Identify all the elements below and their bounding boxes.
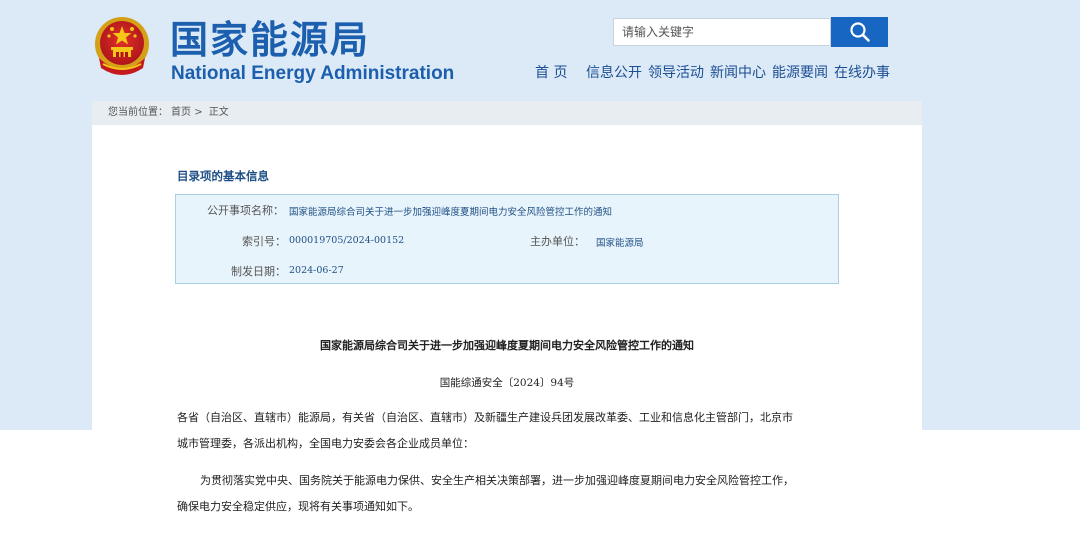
breadcrumb: 您当前位置： 首页 > 正文 xyxy=(92,101,922,125)
nav-item-info-disclosure[interactable]: 信息公开 xyxy=(586,64,642,82)
host-label: 主办单位： xyxy=(530,235,585,248)
date-label: 制发日期： xyxy=(231,265,286,278)
host-value: 国家能源局 xyxy=(596,238,644,249)
nav-item-home[interactable]: 首 页 xyxy=(535,64,567,82)
document-number: 国能综通安全〔2024〕94号 xyxy=(439,377,575,389)
nav-item-online-services[interactable]: 在线办事 xyxy=(834,64,890,82)
nav-item-news[interactable]: 新闻中心 xyxy=(710,64,766,82)
search-input[interactable] xyxy=(613,18,831,46)
body-line-1: 为贯彻落实党中央、国务院关于能源电力保供、安全生产相关决策部署，进一步加强迎峰度… xyxy=(200,474,794,487)
subject-label: 公开事项名称： xyxy=(207,204,284,217)
national-emblem-icon[interactable] xyxy=(93,14,151,78)
search-button[interactable] xyxy=(831,17,888,47)
recipients-line-2: 城市管理委，各派出机构，全国电力安委会各企业成员单位： xyxy=(177,437,474,450)
content-panel xyxy=(92,101,922,535)
info-heading: 目录项的基本信息 xyxy=(177,169,269,183)
breadcrumb-separator: > xyxy=(194,107,203,118)
breadcrumb-current: 正文 xyxy=(208,107,229,118)
index-label: 索引号： xyxy=(242,235,286,248)
nav-item-leadership[interactable]: 领导活动 xyxy=(648,64,704,82)
recipients-line-1: 各省（自治区、直辖市）能源局，有关省（自治区、直辖市）及新疆生产建设兵团发展改革… xyxy=(177,411,793,424)
body-line-2: 确保电力安全稳定供应，现将有关事项通知如下。 xyxy=(177,500,419,513)
nav-item-energy-news[interactable]: 能源要闻 xyxy=(772,64,828,82)
breadcrumb-prefix: 您当前位置： xyxy=(108,107,168,118)
site-name-en[interactable]: National Energy Administration xyxy=(171,63,454,85)
index-value: 000019705/2024-00152 xyxy=(289,235,405,246)
subject-value: 国家能源局综合司关于进一步加强迎峰度夏期间电力安全风险管控工作的通知 xyxy=(289,207,613,218)
breadcrumb-home-link[interactable]: 首页 xyxy=(171,107,191,118)
date-value: 2024-06-27 xyxy=(289,265,344,276)
site-name-cn[interactable]: 国家能源局 xyxy=(170,17,370,63)
search-icon xyxy=(849,22,870,42)
document-title: 国家能源局综合司关于进一步加强迎峰度夏期间电力安全风险管控工作的通知 xyxy=(320,339,694,352)
